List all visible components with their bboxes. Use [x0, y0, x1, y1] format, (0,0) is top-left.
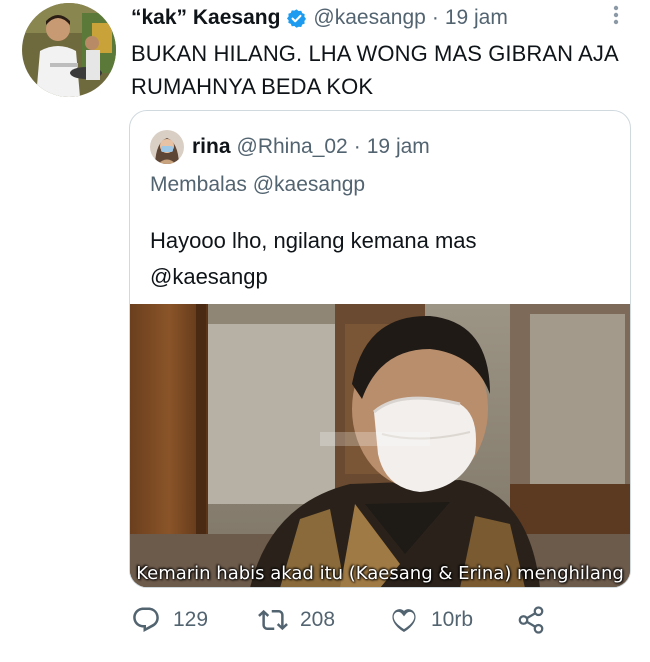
tweet-text: BUKAN HILANG. LHA WONG MAS GIBRAN AJA RU…: [131, 41, 618, 99]
author-avatar[interactable]: [22, 3, 116, 97]
tweet-actions: 129 208 10rb: [131, 603, 561, 637]
tweet-header: “kak” Kaesang @kaesangp · 19 jam: [131, 4, 631, 32]
quoted-author-avatar: [150, 130, 184, 164]
reply-count: 129: [173, 608, 209, 631]
like-count: 10rb: [431, 608, 474, 631]
share-button[interactable]: [516, 603, 558, 637]
reply-icon: [133, 607, 159, 632]
share-icon: [518, 606, 544, 634]
author-handle[interactable]: @kaesangp: [313, 6, 425, 30]
quoted-header: rina @Rhina_02 · 19 jam: [192, 131, 430, 163]
quoted-timestamp[interactable]: 19 jam: [367, 135, 430, 159]
separator-dot: ·: [431, 6, 439, 29]
reply-button[interactable]: 129: [131, 603, 208, 637]
retweet-button[interactable]: 208: [258, 603, 335, 637]
retweet-icon: [258, 609, 288, 631]
video-caption: Kemarin habis akad itu (Kaesang & Erina)…: [136, 563, 624, 584]
quoted-media-video[interactable]: Kemarin habis akad itu (Kaesang & Erina)…: [130, 304, 630, 587]
author-name[interactable]: “kak” Kaesang: [131, 6, 280, 30]
reply-prefix: Membalas: [150, 173, 247, 196]
more-dots-icon[interactable]: [606, 0, 626, 30]
tweet-timestamp[interactable]: 19 jam: [445, 6, 508, 30]
video-frame: [130, 304, 630, 587]
retweet-count: 208: [300, 608, 336, 631]
quoted-author-name[interactable]: rina: [192, 135, 231, 159]
quoted-tweet[interactable]: rina @Rhina_02 · 19 jam Membalas @kaesan…: [129, 110, 631, 588]
heart-icon: [392, 609, 416, 632]
quoted-tweet-text: Hayooo lho, ngilang kemana mas @kaesangp: [150, 228, 477, 289]
quoted-author-handle[interactable]: @Rhina_02: [237, 135, 348, 159]
quoted-separator-dot: ·: [353, 135, 361, 158]
reply-context: Membalas @kaesangp: [150, 173, 365, 197]
reply-mention[interactable]: @kaesangp: [253, 173, 365, 196]
verified-badge-icon: [286, 8, 307, 29]
like-button[interactable]: 10rb: [389, 603, 473, 637]
